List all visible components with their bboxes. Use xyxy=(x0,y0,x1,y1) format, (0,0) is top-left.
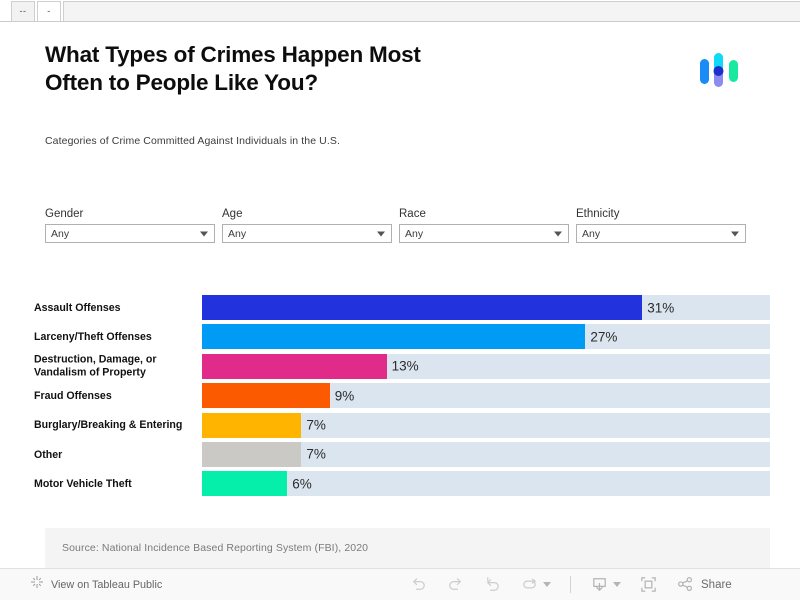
bar-fill[interactable] xyxy=(202,354,387,379)
view-on-tableau-public-label: View on Tableau Public xyxy=(51,579,162,591)
redo-icon xyxy=(446,575,465,594)
filter-age-select[interactable]: Any xyxy=(222,224,392,243)
tab-1[interactable]: - xyxy=(37,1,61,21)
filter-gender-label: Gender xyxy=(45,207,215,221)
bar-track: 7% xyxy=(202,413,770,438)
bar-category-label: Fraud Offenses xyxy=(34,390,202,402)
filter-gender-value: Any xyxy=(51,228,69,240)
filter-race: Race Any xyxy=(399,207,569,243)
filter-ethnicity: Ethnicity Any xyxy=(576,207,746,243)
filter-ethnicity-label: Ethnicity xyxy=(576,207,746,221)
bar-fill[interactable] xyxy=(202,295,642,320)
refresh-icon xyxy=(520,575,539,594)
chevron-down-icon xyxy=(377,231,385,236)
share-label: Share xyxy=(701,579,732,591)
viz-canvas: What Types of Crimes Happen Most Often t… xyxy=(14,23,770,568)
bar-fill[interactable] xyxy=(202,442,301,467)
chevron-down-icon xyxy=(613,582,621,587)
bar-chart: Assault Offenses 31% Larceny/Theft Offense… xyxy=(14,293,770,499)
revert-button[interactable] xyxy=(474,569,511,601)
filter-gender: Gender Any xyxy=(45,207,215,243)
view-on-tableau-public-button[interactable]: View on Tableau Public xyxy=(0,575,162,594)
tableau-public-logo xyxy=(695,45,747,97)
bar-row[interactable]: Fraud Offenses 9% xyxy=(14,381,770,410)
bar-row[interactable]: Motor Vehicle Theft 6% xyxy=(14,469,770,498)
revert-icon xyxy=(483,575,502,594)
filter-gender-select[interactable]: Any xyxy=(45,224,215,243)
source-text: Source: National Incidence Based Reporti… xyxy=(62,542,368,554)
bar-category-label: Assault Offenses xyxy=(34,301,202,313)
bar-value-label: 7% xyxy=(301,418,326,433)
chevron-down-icon xyxy=(554,231,562,236)
bar-value-label: 6% xyxy=(287,476,312,491)
tab-bar-filler xyxy=(63,1,800,21)
filter-ethnicity-value: Any xyxy=(582,228,600,240)
tab-0[interactable]: -- xyxy=(11,1,35,21)
bar-row[interactable]: Burglary/Breaking & Entering 7% xyxy=(14,411,770,440)
filter-bar: Gender Any Age Any Race Any Ethnicity An… xyxy=(45,207,755,243)
bar-track: 9% xyxy=(202,383,770,408)
bar-fill[interactable] xyxy=(202,324,585,349)
toolbar-divider xyxy=(570,576,571,593)
bar-value-label: 13% xyxy=(387,359,419,374)
refresh-button[interactable] xyxy=(511,569,560,601)
bar-fill[interactable] xyxy=(202,383,330,408)
filter-age-label: Age xyxy=(222,207,392,221)
toolbar-controls: Share xyxy=(400,569,800,601)
filter-race-select[interactable]: Any xyxy=(399,224,569,243)
page-title: What Types of Crimes Happen Most Often t… xyxy=(45,41,475,97)
download-icon xyxy=(590,575,609,594)
filter-race-label: Race xyxy=(399,207,569,221)
undo-button[interactable] xyxy=(400,569,437,601)
redo-button[interactable] xyxy=(437,569,474,601)
share-button[interactable]: Share xyxy=(667,569,741,601)
bar-track: 31% xyxy=(202,295,770,320)
bar-category-label: Motor Vehicle Theft xyxy=(34,478,202,490)
bar-row[interactable]: Other 7% xyxy=(14,440,770,469)
bar-category-label: Burglary/Breaking & Entering xyxy=(34,419,202,431)
chevron-down-icon xyxy=(543,582,551,587)
bar-value-label: 9% xyxy=(330,388,355,403)
bar-value-label: 7% xyxy=(301,447,326,462)
page-subtitle: Categories of Crime Committed Against In… xyxy=(45,135,340,147)
bar-track: 13% xyxy=(202,354,770,379)
bar-fill[interactable] xyxy=(202,413,301,438)
tab-bar: -- - xyxy=(0,0,800,22)
filter-race-value: Any xyxy=(405,228,423,240)
bar-value-label: 27% xyxy=(585,329,617,344)
filter-age: Age Any xyxy=(222,207,392,243)
download-button[interactable] xyxy=(581,569,630,601)
bar-track: 7% xyxy=(202,442,770,467)
chevron-down-icon xyxy=(200,231,208,236)
bar-track: 6% xyxy=(202,471,770,496)
tableau-logo-icon xyxy=(30,575,44,594)
chevron-down-icon xyxy=(731,231,739,236)
bar-track: 27% xyxy=(202,324,770,349)
bar-value-label: 31% xyxy=(642,300,674,315)
source-band: Source: National Incidence Based Reporti… xyxy=(45,528,770,568)
bar-row[interactable]: Assault Offenses 31% xyxy=(14,293,770,322)
bar-category-label: Larceny/Theft Offenses xyxy=(34,331,202,343)
bar-row[interactable]: Destruction, Damage, or Vandalism of Pro… xyxy=(14,352,770,381)
bar-row[interactable]: Larceny/Theft Offenses 27% xyxy=(14,322,770,351)
share-icon xyxy=(676,575,695,594)
bottom-toolbar: View on Tableau Public xyxy=(0,568,800,600)
fullscreen-button[interactable] xyxy=(630,569,667,601)
filter-ethnicity-select[interactable]: Any xyxy=(576,224,746,243)
filter-age-value: Any xyxy=(228,228,246,240)
fullscreen-icon xyxy=(639,575,658,594)
undo-icon xyxy=(409,575,428,594)
bar-category-label: Other xyxy=(34,448,202,460)
bar-fill[interactable] xyxy=(202,471,287,496)
bar-category-label: Destruction, Damage, or Vandalism of Pro… xyxy=(34,354,202,379)
